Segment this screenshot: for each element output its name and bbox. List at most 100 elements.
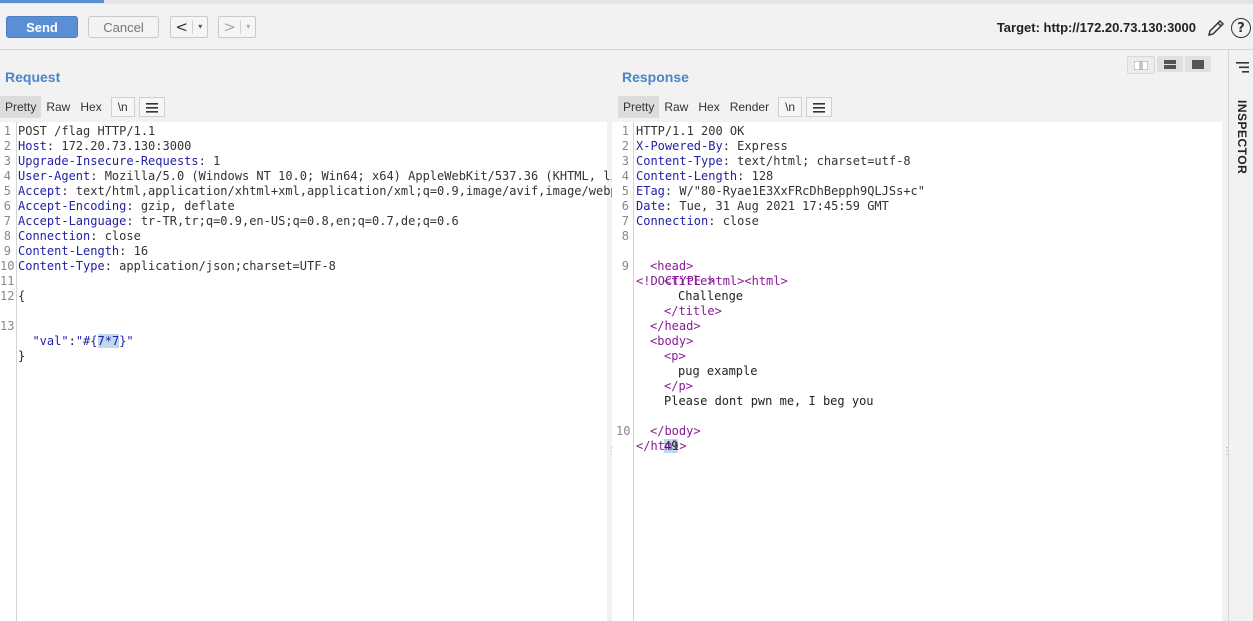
header-name: Content-Length: [18, 244, 120, 258]
edit-target-icon[interactable]: [1206, 18, 1226, 38]
layout-stacked-button[interactable]: [1157, 56, 1183, 72]
layout-side-by-side-button[interactable]: [1127, 56, 1155, 74]
forward-history-button[interactable]: > ▾: [218, 16, 256, 38]
code-line: 7 Accept-Language: tr-TR,tr;q=0.9,en-US;q…: [0, 214, 607, 229]
title-open-tag: <title>: [664, 274, 715, 288]
response-tab-hex[interactable]: Hex: [693, 96, 724, 118]
code-line: Challenge: [612, 289, 1222, 304]
layout-tabs-button[interactable]: [1185, 56, 1211, 72]
header-value: {: [18, 289, 26, 303]
back-dropdown-icon[interactable]: ▾: [192, 20, 207, 34]
code-line: 3 Content-Type: text/html; charset=utf-8: [612, 154, 1222, 169]
json-value-open: "#{: [75, 334, 98, 348]
header-value: : Tue, 31 Aug 2021 17:45:59 GMT: [664, 199, 889, 213]
response-newline-toggle[interactable]: \n: [778, 97, 803, 117]
response-editor[interactable]: 1 HTTP/1.1 200 OK 2 X-Powered-By: Express 3 C…: [612, 122, 1222, 621]
back-arrow-icon[interactable]: <: [171, 18, 192, 36]
request-menu-button[interactable]: [138, 97, 165, 117]
request-editor[interactable]: 1 POST /flag HTTP/1.1 2 Host: 172.20.73.130…: [0, 122, 625, 621]
line-number: 7: [3, 214, 11, 228]
line-number: 2: [621, 139, 629, 153]
code-line: Please dont pwn me, I beg you: [612, 394, 1222, 409]
header-name: Connection: [636, 214, 709, 228]
inspector-menu-icon[interactable]: [1236, 62, 1249, 73]
line-number: 5: [3, 184, 11, 198]
header-value: : tr-TR,tr;q=0.9,en-US;q=0.8,en;q=0.7,de…: [126, 214, 459, 228]
header-value: : close: [90, 229, 141, 243]
inspector-label[interactable]: INSPECTOR: [1235, 100, 1249, 174]
p-open-tag: <p>: [664, 349, 686, 363]
request-title: Request: [5, 69, 61, 85]
response-tab-raw[interactable]: Raw: [659, 96, 693, 118]
request-tab-pretty[interactable]: Pretty: [0, 96, 42, 118]
code-line: 9 Content-Length: 16: [0, 244, 607, 259]
header-value: : 172.20.73.130:3000: [46, 139, 192, 153]
cancel-button[interactable]: Cancel: [88, 16, 159, 38]
header-name: Content-Type: [636, 154, 723, 168]
payload-expression: 7*7: [97, 334, 120, 348]
request-view-tabs: Pretty Raw Hex \n: [0, 96, 165, 118]
line-number: 6: [621, 199, 629, 213]
code-line: </p>: [612, 379, 1222, 394]
code-line: 4 Content-Length: 128: [612, 169, 1222, 184]
code-line: 10 Content-Type: application/json;charset…: [0, 259, 607, 274]
line-number: 1: [3, 124, 11, 138]
header-value: : Express: [722, 139, 788, 153]
header-value: : close: [708, 214, 759, 228]
code-line: 7 Connection: close: [612, 214, 1222, 229]
response-menu-button[interactable]: [806, 97, 833, 117]
inspector-splitter[interactable]: ⋮: [1222, 50, 1232, 621]
body-close-tag: </body>: [650, 424, 701, 438]
code-line: pug example: [612, 364, 1222, 379]
line-number: 8: [621, 229, 629, 243]
target-label: Target: http://172.20.73.130:3000: [996, 20, 1196, 35]
forward-dropdown-icon[interactable]: ▾: [240, 20, 255, 34]
message-text: Please dont pwn me, I beg you: [664, 394, 874, 408]
line-number: 1: [621, 124, 629, 138]
columns-icon: [1134, 60, 1148, 70]
forward-arrow-icon[interactable]: >: [219, 18, 240, 36]
header-name: Host: [18, 139, 47, 153]
help-icon[interactable]: ?: [1231, 18, 1251, 38]
code-line: </head>: [612, 319, 1222, 334]
request-tab-raw[interactable]: Raw: [41, 96, 75, 118]
request-tab-hex[interactable]: Hex: [75, 96, 106, 118]
code-line: 8 Connection: close: [0, 229, 607, 244]
line-number: 2: [3, 139, 11, 153]
body-open-tag: <body>: [650, 334, 694, 348]
line-number: 12: [0, 289, 15, 303]
code-line: 6 Date: Tue, 31 Aug 2021 17:45:59 GMT: [612, 199, 1222, 214]
p-close-tag: </p>: [664, 379, 693, 393]
pane-splitter[interactable]: ⋮: [607, 50, 617, 621]
code-line: 3 Upgrade-Insecure-Requests: 1: [0, 154, 607, 169]
code-line: 2 X-Powered-By: Express: [612, 139, 1222, 154]
inspector-panel[interactable]: INSPECTOR: [1228, 50, 1253, 621]
header-name: Content-Length: [636, 169, 738, 183]
header-name: Content-Type: [18, 259, 105, 273]
toolbar: Send Cancel < ▾ > ▾ Target: http://172.2…: [0, 4, 1253, 50]
header-value: : 16: [119, 244, 149, 258]
code-line: 11: [0, 274, 607, 289]
code-line: 5 Accept: text/html,application/xhtml+xml…: [0, 184, 625, 199]
line-number: 5: [621, 184, 629, 198]
code-line: 1 HTTP/1.1 200 OK: [612, 124, 1222, 139]
code-line: }: [0, 319, 607, 363]
hamburger-menu-icon: [145, 102, 158, 113]
send-button[interactable]: Send: [6, 16, 78, 38]
json-colon: :: [68, 334, 76, 348]
request-newline-toggle[interactable]: \n: [110, 97, 135, 117]
code-line: 8: [612, 229, 1222, 244]
response-tab-pretty[interactable]: Pretty: [618, 96, 660, 118]
response-tab-render[interactable]: Render: [725, 96, 774, 118]
rows-icon: [1164, 59, 1176, 69]
back-history-button[interactable]: < ▾: [170, 16, 208, 38]
response-pane: Response Pretty Raw Hex Render \n 1 HTTP/…: [612, 50, 1222, 621]
code-line: 10 49: [612, 409, 1222, 453]
header-name: ETag: [636, 184, 665, 198]
single-pane-icon: [1192, 59, 1204, 69]
layout-switcher: [1127, 56, 1213, 74]
code-line: 2 Host: 172.20.73.130:3000: [0, 139, 607, 154]
code-line: <title>: [612, 274, 1222, 289]
line-number: 4: [3, 169, 11, 183]
line-number: 6: [3, 199, 11, 213]
